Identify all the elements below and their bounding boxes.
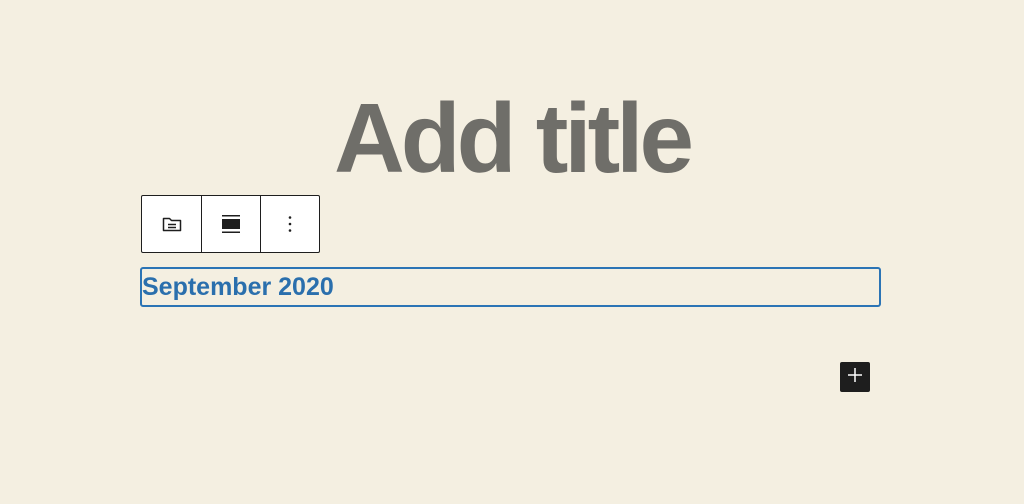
archives-block[interactable]: September 2020 — [140, 267, 881, 307]
archive-icon — [160, 212, 184, 236]
more-options-button[interactable] — [260, 196, 319, 252]
plus-icon — [846, 366, 864, 389]
align-button[interactable] — [201, 196, 260, 252]
align-icon — [219, 212, 243, 236]
more-options-icon — [278, 212, 302, 236]
post-title-placeholder[interactable]: Add title — [0, 78, 1024, 198]
block-type-button[interactable] — [142, 196, 201, 252]
archive-link-item[interactable]: September 2020 — [142, 272, 334, 302]
block-inserter-button[interactable] — [840, 362, 870, 392]
block-toolbar — [141, 195, 320, 253]
